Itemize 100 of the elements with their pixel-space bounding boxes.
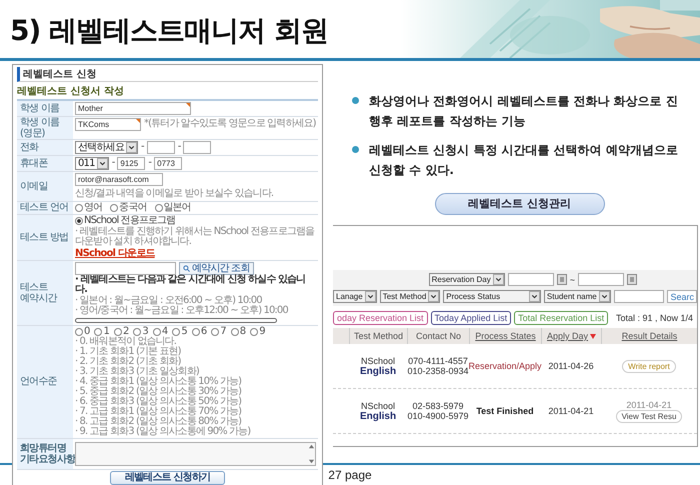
field-label: 휴대폰 — [17, 156, 73, 171]
search-time-button[interactable]: 예약시간 조회 — [179, 262, 254, 274]
search-field[interactable] — [614, 290, 664, 303]
radio-option[interactable]: 5 — [172, 326, 187, 337]
input-field[interactable]: TKComs — [75, 118, 141, 131]
scroll-down-icon — [308, 458, 315, 465]
manage-button[interactable]: 레벨테스트 신청관리 — [434, 192, 604, 215]
field-label: 테스트 언어 — [17, 202, 73, 214]
date-field[interactable] — [578, 273, 624, 286]
textarea-field[interactable] — [75, 442, 316, 466]
level-item: · 7. 고급 회화1 (일상 의사소통 70% 가능) — [75, 407, 242, 417]
note-text: · 레벨테스트는 다음과 같은 시간대에 신청 하실수 있습니다. — [75, 274, 306, 295]
total-count: Total : 91 , Now 1/4 — [616, 313, 693, 323]
submit-button[interactable]: 레벨테스트 신청하기 — [110, 471, 226, 485]
column-header: Test Method — [349, 328, 407, 344]
input-field[interactable] — [75, 262, 176, 274]
table-cell: NSchool — [360, 356, 396, 366]
scroll-up-icon — [308, 443, 315, 450]
select-field[interactable]: Test Method — [380, 290, 440, 303]
scrollbar[interactable] — [75, 318, 277, 322]
view-result-button[interactable]: View Test Resu — [616, 410, 682, 422]
bullet-text: 화상영어나 전화영어시 레벨테스트를 전화나 화상으로 진행후 레포트를 작성하는 기능 — [369, 93, 679, 130]
level-item: · 5. 중급 회화2 (일상 의사소통 30% 가능) — [75, 387, 242, 397]
level-item: · 3. 기초 회화3 (기초 일상회화) — [75, 367, 199, 377]
list-tab[interactable]: Today Applied List — [430, 311, 512, 325]
table-cell: English — [360, 410, 396, 422]
download-link[interactable]: NSchool 다운로드 — [75, 248, 316, 258]
field-label: 테스트 방법 — [17, 215, 73, 260]
level-item: · 1. 기초 회화1 (기본 표현) — [75, 347, 182, 357]
level-item: · 6. 중급 회화3 (일상 의사소통 50% 가능) — [75, 397, 242, 407]
radio-option[interactable]: 1 — [94, 326, 109, 337]
table-cell: 010-4900-5979 — [407, 411, 469, 421]
radio-option[interactable]: 3 — [133, 326, 148, 337]
field-label: 학생 이름 — [17, 101, 73, 116]
radio-option[interactable]: 4 — [152, 326, 168, 337]
radio-option[interactable]: 일본어 — [154, 202, 191, 213]
bullet-dot — [352, 146, 359, 153]
table-cell: English — [360, 366, 396, 376]
column-header[interactable]: Apply Day — [541, 328, 601, 344]
input-field[interactable]: 9125 — [117, 157, 146, 170]
bullet-dot — [352, 97, 359, 104]
input-field[interactable]: rotor@narasoft.com — [75, 173, 163, 186]
form-subtitle: 레벨테스트 신청서 작성 — [17, 85, 125, 98]
calendar-icon[interactable] — [556, 274, 567, 285]
level-item: · 2. 기초 회화2 (기초 회화) — [75, 357, 181, 367]
select-field[interactable]: 선택하세요 — [75, 141, 138, 154]
radio-option[interactable]: 9 — [250, 326, 265, 337]
form-title: 레벨테스트 신청 — [17, 67, 318, 82]
bullet-text: 레벨테스트 신청시 특정 시간대를 선택하여 예약개념으로 신청할 수 있다. — [369, 142, 679, 180]
input-field[interactable]: 0773 — [154, 157, 182, 170]
search-icon — [183, 264, 190, 272]
dash-text: - — [148, 158, 152, 169]
dropdown-caret-icon — [126, 142, 138, 153]
dash-text: - — [178, 142, 180, 153]
input-field[interactable]: Mother — [75, 102, 191, 115]
dash-text: - — [141, 142, 144, 153]
radio-option[interactable]: 7 — [211, 326, 226, 337]
table-cell: 010-2358-0934 — [407, 366, 469, 376]
radio-option[interactable]: NSchool 전용프로그램 — [75, 216, 311, 226]
dropdown-caret-icon — [598, 291, 610, 302]
field-label: 전화 — [17, 140, 73, 155]
search-button[interactable]: Searc — [667, 290, 697, 303]
dropdown-caret-icon — [492, 274, 504, 285]
table-cell: 2011-04-26 — [548, 361, 594, 371]
list-tab[interactable]: oday Reservation List — [333, 311, 428, 325]
field-label: 테스트 예약시간 — [17, 260, 73, 324]
radio-option[interactable]: 중국어 — [110, 202, 147, 213]
level-item: · 4. 중급 회화1 (일상 의사소통 10% 가능) — [75, 377, 242, 387]
column-header[interactable]: Process States — [469, 328, 541, 344]
radio-option[interactable]: 영어 — [75, 202, 102, 213]
select-field[interactable]: Reservation Day — [428, 273, 505, 286]
dropdown-caret-icon — [96, 158, 108, 169]
radio-option[interactable]: 2 — [114, 326, 128, 337]
dropdown-caret-icon — [428, 291, 440, 302]
level-item: · 8. 고급 회화2 (일상 의사소통 80% 가능) — [75, 417, 242, 427]
select-field[interactable]: Student name — [544, 290, 611, 303]
input-field[interactable] — [183, 141, 212, 154]
select-field[interactable]: 011 — [75, 157, 109, 170]
input-field[interactable] — [146, 141, 175, 154]
status-text: Test Finished — [476, 406, 534, 416]
page-number: 27 page — [328, 468, 372, 482]
radio-option[interactable]: 0 — [75, 326, 90, 337]
field-label: 학생 이름(영문) — [17, 117, 73, 139]
column-header[interactable]: Result Details — [601, 328, 697, 344]
calendar-icon[interactable] — [627, 274, 637, 285]
date-field[interactable] — [508, 273, 554, 286]
field-label: 언어수준 — [17, 326, 73, 438]
select-field[interactable]: Lanage — [333, 290, 377, 303]
level-item: · 9. 고급 회화3 (일상 의사소통에 90% 가능) — [75, 427, 252, 437]
column-header: Contact No — [407, 328, 469, 344]
select-field[interactable]: Process Status — [443, 290, 541, 303]
table-cell: NSchool — [360, 400, 396, 410]
table-cell: 070-4111-4557 — [408, 356, 468, 366]
radio-option[interactable]: 6 — [192, 326, 206, 337]
level-item: · 0. 배워본적이 없습니다. — [75, 337, 176, 347]
field-label: 이메일 — [17, 172, 73, 200]
slide-title: 5) 레벨테스트매니저 회원 — [10, 13, 328, 49]
dropdown-caret-icon — [364, 291, 376, 302]
radio-option[interactable]: 8 — [230, 326, 246, 337]
table-cell: 2011-04-21 — [626, 400, 672, 410]
